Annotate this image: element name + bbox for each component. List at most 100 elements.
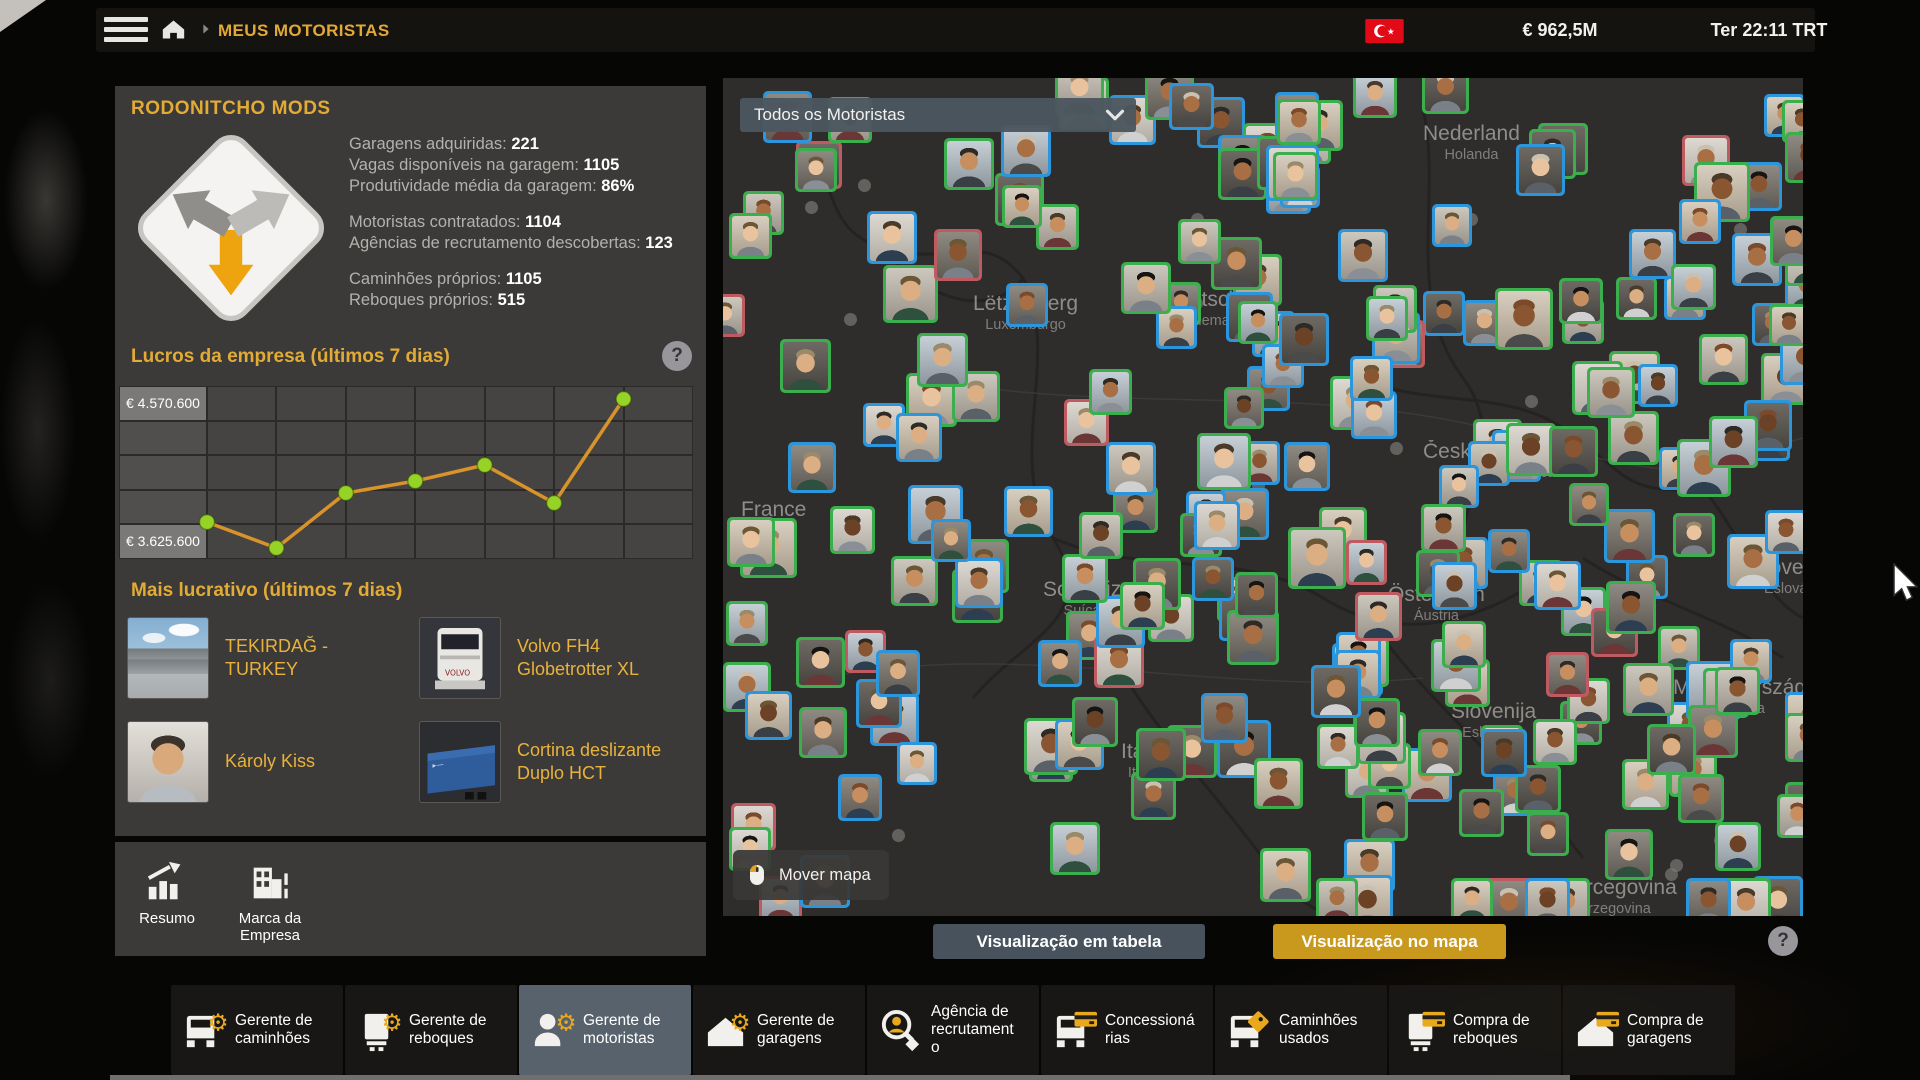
driver-avatar[interactable] (1608, 411, 1659, 465)
driver-avatar[interactable] (1533, 719, 1576, 765)
driver-avatar[interactable] (1715, 667, 1760, 715)
move-map-button[interactable]: Mover mapa (733, 850, 889, 900)
driver-avatar[interactable] (1709, 416, 1758, 468)
driver-avatar[interactable] (1673, 513, 1715, 558)
driver-avatar[interactable] (1629, 229, 1676, 279)
most-profitable-item[interactable]: TEKIRDAĞ - TURKEY (127, 616, 419, 700)
driver-avatar[interactable] (1527, 812, 1569, 856)
driver-avatar[interactable] (1120, 582, 1166, 630)
driver-avatar[interactable] (891, 556, 939, 606)
driver-avatar[interactable] (1106, 442, 1156, 495)
driver-avatar[interactable] (944, 138, 993, 190)
driver-avatar[interactable] (1089, 369, 1132, 415)
driver-avatar[interactable] (1350, 356, 1393, 401)
table-view-button[interactable]: Visualização em tabela (933, 924, 1205, 959)
driver-avatar[interactable] (1194, 501, 1240, 550)
driver-avatar[interactable] (1678, 774, 1724, 823)
toolbar-trailer-purchase[interactable]: Compra dereboques (1389, 985, 1561, 1075)
driver-avatar[interactable] (1273, 152, 1318, 200)
driver-avatar[interactable] (897, 742, 937, 785)
driver-avatar[interactable] (1459, 789, 1505, 837)
toolbar-recruitment-agency[interactable]: Agência derecrutamento (867, 985, 1039, 1075)
driver-avatar[interactable] (1062, 554, 1108, 603)
driver-avatar[interactable] (1525, 878, 1570, 916)
driver-filter-dropdown[interactable]: Todos os Motoristas (740, 98, 1136, 132)
driver-avatar[interactable] (896, 413, 942, 461)
driver-avatar[interactable] (876, 650, 920, 697)
driver-avatar[interactable] (1439, 465, 1479, 507)
driver-avatar[interactable] (1777, 794, 1803, 837)
driver-avatar[interactable] (1423, 291, 1465, 336)
driver-avatar[interactable] (723, 294, 745, 337)
map-view-button[interactable]: Visualização no mapa (1273, 924, 1506, 959)
driver-avatar[interactable] (1765, 510, 1803, 555)
driver-avatar[interactable] (1050, 822, 1100, 875)
driver-avatar[interactable] (1569, 483, 1609, 526)
driver-avatar[interactable] (1001, 125, 1050, 177)
toolbar-garage-purchase[interactable]: Compra degaragens (1563, 985, 1735, 1075)
driver-avatar[interactable] (1311, 665, 1362, 719)
toolbar-trailer-manager[interactable]: ⚙Gerente dereboques (345, 985, 517, 1075)
menu-icon[interactable] (104, 17, 148, 43)
home-icon[interactable] (160, 16, 187, 43)
toolbar-dealership[interactable]: Concessionárias (1041, 985, 1213, 1075)
driver-avatar[interactable] (729, 213, 772, 259)
driver-avatar[interactable] (934, 229, 982, 280)
driver-avatar[interactable] (1587, 367, 1635, 417)
driver-avatar[interactable] (1451, 878, 1492, 916)
driver-avatar[interactable] (1006, 283, 1048, 327)
driver-avatar[interactable] (1606, 581, 1656, 634)
driver-avatar[interactable] (931, 519, 971, 562)
chart-help-icon[interactable]: ? (662, 341, 692, 371)
driver-avatar[interactable] (1421, 504, 1466, 552)
driver-avatar[interactable] (1121, 262, 1170, 314)
driver-avatar[interactable] (727, 517, 774, 567)
driver-avatar[interactable] (1277, 99, 1321, 145)
driver-avatar[interactable] (1495, 288, 1553, 350)
driver-avatar[interactable] (1201, 693, 1248, 743)
toolbar-driver-manager[interactable]: ⚙Gerente demotoristas (519, 985, 691, 1075)
driver-avatar[interactable] (799, 707, 847, 758)
driver-avatar[interactable] (1559, 278, 1603, 324)
driver-avatar[interactable] (1317, 724, 1360, 769)
driver-avatar[interactable] (745, 691, 792, 740)
driver-avatar[interactable] (1169, 83, 1214, 130)
driver-avatar[interactable] (1699, 334, 1748, 386)
driver-avatar[interactable] (955, 558, 1003, 608)
driver-avatar[interactable] (1549, 426, 1598, 478)
driver-avatar[interactable] (1136, 728, 1186, 781)
most-profitable-item[interactable]: VOLVOVolvo FH4 Globetrotter XL (419, 616, 711, 700)
driver-avatar[interactable] (1224, 387, 1264, 430)
driver-avatar[interactable] (1346, 540, 1388, 584)
driver-avatar[interactable] (1785, 713, 1803, 762)
driver-avatar[interactable] (1362, 792, 1408, 841)
most-profitable-item[interactable]: ▸—Cortina deslizante Duplo HCT (419, 720, 711, 804)
world-map[interactable]: NederlandHolandaLëtzebuergLuxemburgoDeut… (723, 78, 1803, 916)
driver-avatar[interactable] (1036, 204, 1079, 249)
driver-avatar[interactable] (795, 148, 837, 192)
most-profitable-item[interactable]: Károly Kiss (127, 720, 419, 804)
driver-avatar[interactable] (1197, 433, 1251, 490)
driver-avatar[interactable] (1284, 442, 1330, 491)
driver-avatar[interactable] (1623, 663, 1674, 717)
driver-avatar[interactable] (1366, 296, 1409, 341)
driver-avatar[interactable] (1338, 229, 1388, 282)
driver-avatar[interactable] (1254, 758, 1303, 809)
driver-avatar[interactable] (1516, 144, 1565, 196)
driver-avatar[interactable] (1534, 561, 1580, 610)
driver-avatar[interactable] (1288, 527, 1346, 589)
driver-avatar[interactable] (1605, 829, 1653, 880)
driver-avatar[interactable] (1038, 640, 1082, 687)
tab-marca-da-empresa[interactable]: Marca da Empresa (215, 848, 325, 952)
driver-avatar[interactable] (1616, 277, 1657, 320)
tab-resumo[interactable]: Resumo (127, 848, 207, 952)
driver-avatar[interactable] (1686, 878, 1731, 916)
chevron-down-icon[interactable] (1100, 100, 1130, 130)
driver-avatar[interactable] (1422, 78, 1469, 114)
driver-avatar[interactable] (780, 339, 830, 393)
driver-avatar[interactable] (1072, 697, 1119, 747)
driver-avatar[interactable] (838, 774, 882, 821)
driver-avatar[interactable] (726, 601, 768, 646)
toolbar-garage-manager[interactable]: ⚙Gerente degaragens (693, 985, 865, 1075)
driver-avatar[interactable] (788, 442, 836, 493)
